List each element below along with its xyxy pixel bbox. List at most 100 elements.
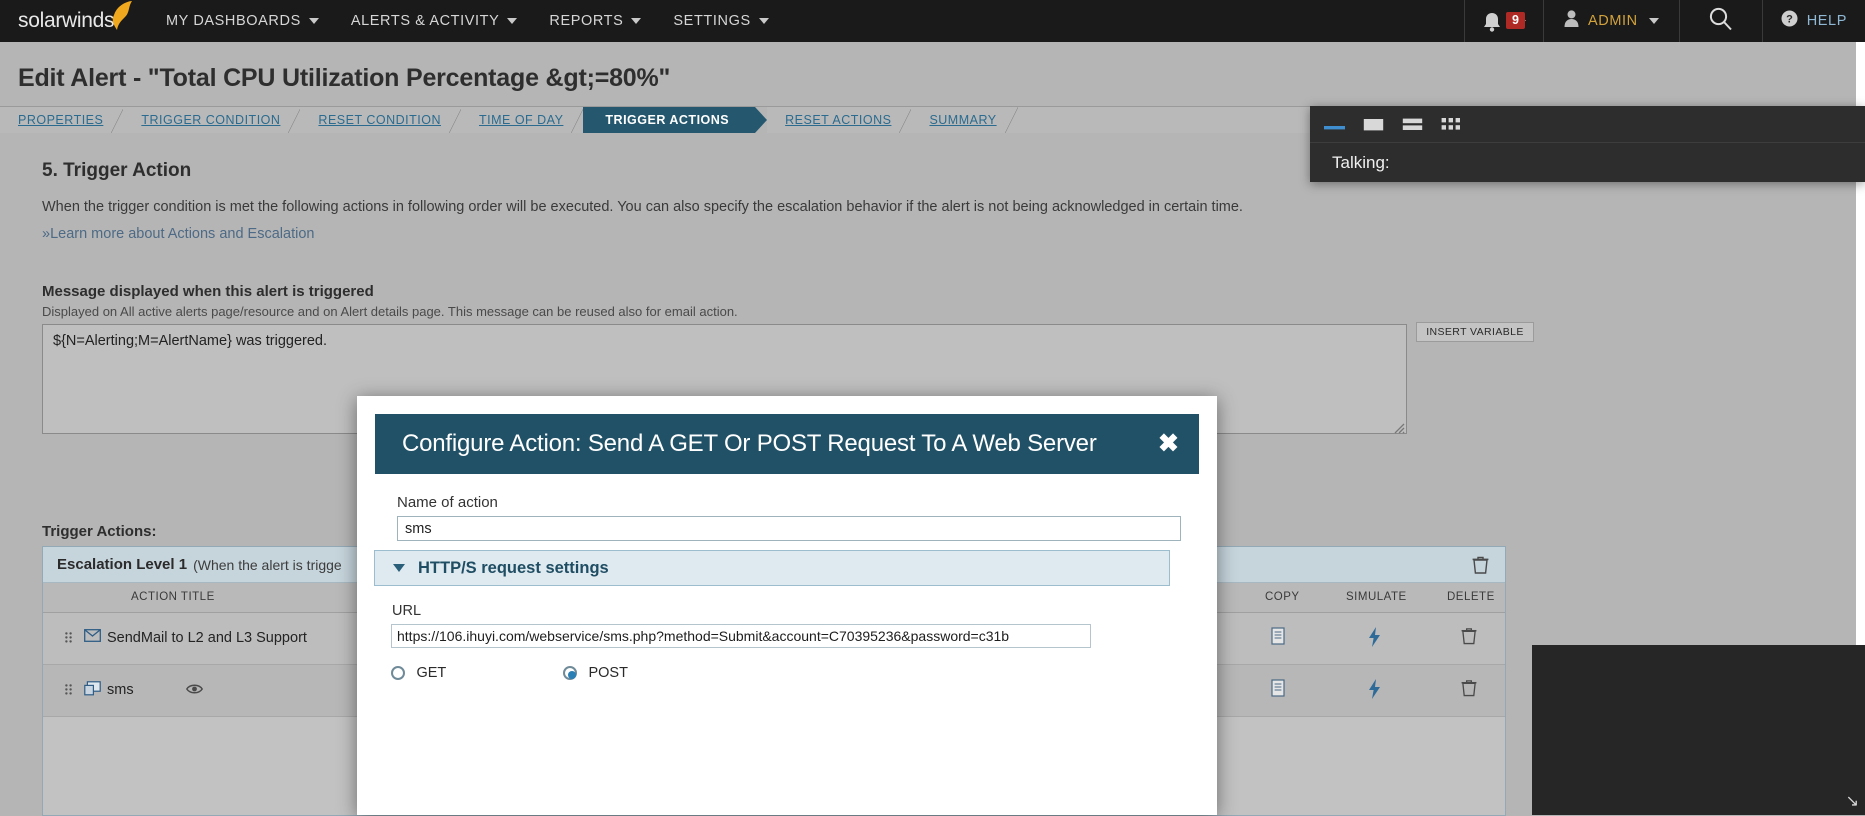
logo-text: solarwinds — [18, 9, 114, 33]
nav-reports-label: REPORTS — [549, 13, 623, 29]
learn-more-link[interactable]: »Learn more about Actions and Escalation — [42, 226, 314, 242]
nav-my-dashboards-label: MY DASHBOARDS — [166, 13, 301, 29]
help-link[interactable]: ? HELP — [1763, 0, 1865, 42]
svg-text:?: ? — [1786, 14, 1793, 26]
tab-time-of-day-label: TIME OF DAY — [479, 113, 563, 127]
url-label: URL — [392, 603, 421, 619]
escalation-title: Escalation Level 1 — [57, 556, 187, 573]
web-request-icon — [84, 681, 101, 696]
eye-icon[interactable] — [186, 683, 203, 695]
radio-icon — [563, 666, 577, 680]
copy-icon[interactable] — [1271, 627, 1288, 647]
http-section-title: HTTP/S request settings — [418, 559, 609, 578]
page-title: Edit Alert - "Total CPU Utilization Perc… — [18, 64, 670, 93]
column-action-title: ACTION TITLE — [131, 591, 215, 603]
copy-icon[interactable] — [1271, 679, 1288, 699]
corner-panel: ↘ — [1532, 645, 1865, 815]
http-request-settings-section[interactable]: HTTP/S request settings — [374, 550, 1170, 586]
tab-trigger-actions-label: TRIGGER ACTIONS — [605, 113, 729, 127]
url-input[interactable] — [391, 624, 1091, 648]
question-circle-icon: ? — [1781, 10, 1798, 32]
column-delete: DELETE — [1447, 591, 1495, 603]
tab-time-of-day[interactable]: TIME OF DAY — [461, 107, 583, 133]
insert-variable-label: INSERT VARIABLE — [1426, 326, 1524, 338]
configure-action-modal: Configure Action: Send A GET Or POST Req… — [357, 396, 1217, 815]
method-get-radio[interactable]: GET — [391, 664, 446, 682]
escalation-subtitle: (When the alert is trigge — [193, 557, 342, 573]
method-get-label: GET — [416, 665, 446, 681]
drag-handle-icon[interactable] — [65, 684, 72, 696]
column-simulate: SIMULATE — [1346, 591, 1407, 603]
help-label: HELP — [1807, 13, 1847, 29]
layout-icon[interactable] — [1402, 117, 1423, 132]
notifications-button[interactable]: 9 — [1465, 0, 1543, 42]
chevron-down-icon — [1649, 18, 1659, 24]
method-post-radio[interactable]: POST — [563, 664, 628, 682]
search-button[interactable] — [1680, 0, 1762, 42]
nav-my-dashboards[interactable]: MY DASHBOARDS — [150, 0, 335, 42]
textarea-resize-handle[interactable] — [1392, 421, 1405, 434]
modal-titlebar: Configure Action: Send A GET Or POST Req… — [375, 414, 1199, 474]
radio-icon — [391, 666, 405, 680]
message-label: Message displayed when this alert is tri… — [42, 283, 374, 300]
minimize-icon[interactable] — [1324, 117, 1345, 131]
lightning-icon[interactable] — [1368, 627, 1381, 647]
trash-icon[interactable] — [1461, 627, 1477, 645]
nav-settings[interactable]: SETTINGS — [657, 0, 784, 42]
notification-badge: 9 — [1506, 12, 1525, 29]
talking-label: Talking: — [1332, 153, 1390, 173]
resize-arrow-icon[interactable]: ↘ — [1846, 791, 1859, 811]
tab-properties[interactable]: PROPERTIES — [0, 107, 123, 133]
chevron-down-icon — [759, 18, 769, 24]
nav-reports[interactable]: REPORTS — [533, 0, 657, 42]
widget-toolbar — [1310, 106, 1865, 142]
trigger-actions-label: Trigger Actions: — [42, 523, 156, 540]
screen-share-widget: Talking: — [1310, 106, 1865, 182]
section-heading: 5. Trigger Action — [42, 160, 191, 182]
section-description: When the trigger condition is met the fo… — [42, 199, 1243, 215]
grid-icon[interactable] — [1441, 117, 1461, 132]
method-post-label: POST — [588, 665, 627, 681]
user-icon — [1564, 10, 1579, 32]
tab-summary[interactable]: SUMMARY — [911, 107, 1016, 133]
close-icon[interactable]: ✖ — [1158, 432, 1179, 457]
tab-trigger-condition[interactable]: TRIGGER CONDITION — [123, 107, 300, 133]
tab-properties-label: PROPERTIES — [18, 113, 103, 127]
tab-reset-actions-label: RESET ACTIONS — [785, 113, 891, 127]
bell-icon: 9 — [1482, 11, 1502, 38]
trash-icon[interactable] — [1461, 679, 1477, 697]
nav-alerts-activity-label: ALERTS & ACTIVITY — [351, 13, 500, 29]
envelope-icon — [84, 629, 101, 642]
tab-reset-actions[interactable]: RESET ACTIONS — [767, 107, 911, 133]
tab-reset-condition[interactable]: RESET CONDITION — [300, 107, 461, 133]
solarwinds-logo[interactable]: solarwinds — [0, 0, 150, 42]
admin-label: ADMIN — [1588, 13, 1638, 29]
nav-settings-label: SETTINGS — [673, 13, 750, 29]
tab-trigger-actions[interactable]: TRIGGER ACTIONS — [583, 107, 755, 133]
nav-alerts-activity[interactable]: ALERTS & ACTIVITY — [335, 0, 534, 42]
name-of-action-input[interactable] — [397, 516, 1181, 541]
search-icon — [1708, 6, 1733, 36]
column-copy: COPY — [1265, 591, 1300, 603]
message-sublabel: Displayed on All active alerts page/reso… — [42, 304, 738, 319]
chevron-down-icon — [309, 18, 319, 24]
trash-icon[interactable] — [1472, 556, 1489, 574]
insert-variable-button[interactable]: INSERT VARIABLE — [1416, 322, 1534, 342]
tab-summary-label: SUMMARY — [929, 113, 996, 127]
flame-icon — [108, 1, 136, 31]
chevron-down-icon — [507, 18, 517, 24]
row-action-title: SendMail to L2 and L3 Support — [107, 630, 307, 646]
chevron-down-icon — [393, 564, 405, 572]
tab-reset-condition-label: RESET CONDITION — [318, 113, 441, 127]
name-of-action-label: Name of action — [397, 494, 498, 511]
tab-trigger-condition-label: TRIGGER CONDITION — [141, 113, 280, 127]
drag-handle-icon[interactable] — [65, 632, 72, 644]
lightning-icon[interactable] — [1368, 679, 1381, 699]
maximize-icon[interactable] — [1363, 117, 1384, 132]
admin-menu[interactable]: ADMIN — [1544, 0, 1679, 42]
widget-status-row: Talking: — [1310, 142, 1865, 182]
chevron-down-icon — [631, 18, 641, 24]
modal-title: Configure Action: Send A GET Or POST Req… — [375, 430, 1097, 458]
top-navigation-bar: solarwinds MY DASHBOARDS ALERTS & ACTIVI… — [0, 0, 1865, 42]
row-action-title: sms — [107, 682, 134, 698]
